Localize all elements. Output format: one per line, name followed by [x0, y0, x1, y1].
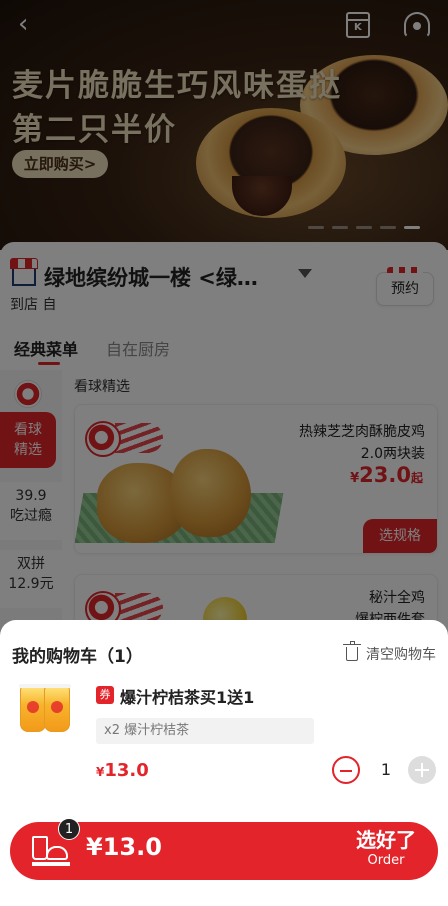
cart-item-image [16, 684, 74, 736]
price-value: 13.0 [104, 760, 149, 781]
decrease-quantity-button[interactable] [332, 756, 360, 784]
coupon-badge: 券 [96, 686, 114, 704]
clear-cart-button[interactable]: 清空购物车 [343, 641, 436, 664]
increase-quantity-button[interactable] [408, 756, 436, 784]
order-button-label: 选好了 [356, 828, 416, 852]
order-button-sublabel: Order [367, 853, 405, 868]
cart-item-price: ¥13.0 [96, 760, 149, 781]
trash-icon [343, 641, 361, 661]
order-button[interactable]: 选好了 Order [356, 827, 416, 869]
clear-cart-label: 清空购物车 [366, 647, 436, 663]
cart-total: ¥13.0 [86, 833, 162, 861]
checkout-bar[interactable]: 1 ¥13.0 选好了 Order [10, 818, 438, 880]
cart-item-name: 爆汁柠桔茶买1送1 [120, 688, 255, 707]
quantity-value: 1 [380, 760, 392, 779]
cart-count-badge: 1 [58, 818, 80, 840]
cart-title: 我的购物车（1） [12, 647, 143, 667]
cart-item-detail: x2 爆汁柠桔茶 [96, 718, 314, 744]
